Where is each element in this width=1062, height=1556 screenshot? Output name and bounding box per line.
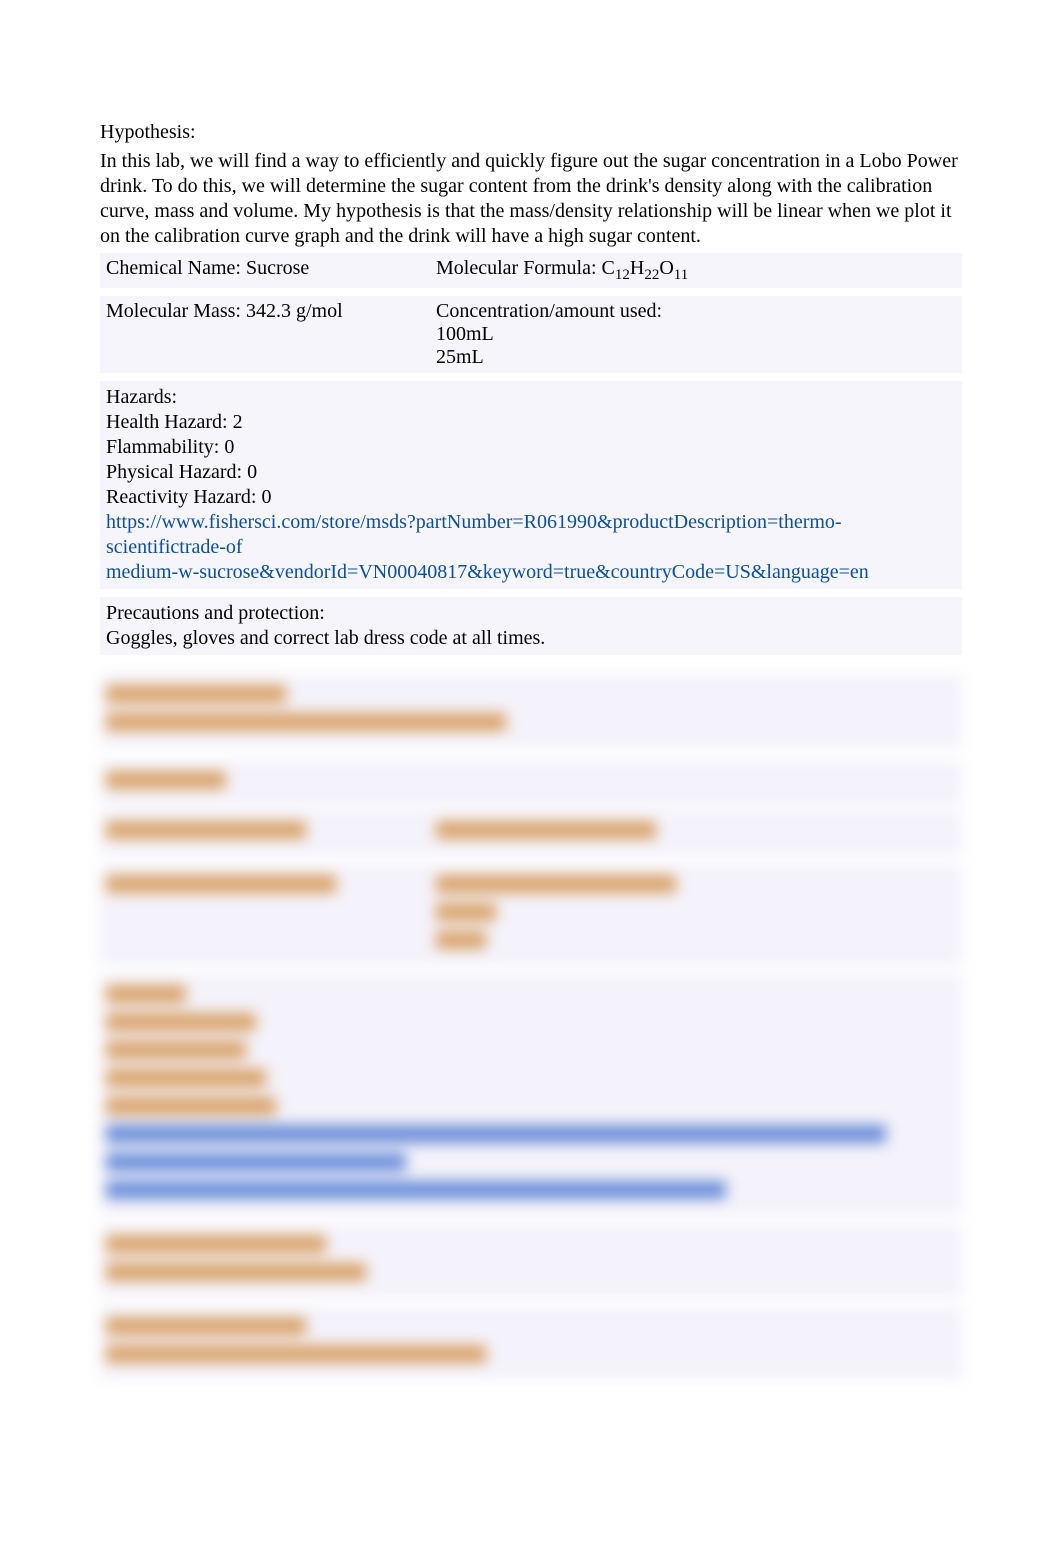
formula-sub: 22 [644, 267, 659, 283]
molecular-mass: Molecular Mass: 342.3 g/mol [106, 300, 416, 323]
redacted-section [100, 675, 962, 1379]
hazard-reactivity: Reactivity Hazard: 0 [106, 485, 956, 510]
hypothesis-heading: Hypothesis: [100, 120, 962, 145]
hazards-block: Hazards: Health Hazard: 2 Flammability: … [100, 381, 962, 589]
concentration-line2: 25mL [436, 346, 956, 369]
formula-part: C [602, 257, 615, 279]
formula-part: H [630, 257, 644, 279]
precautions-body: Goggles, gloves and correct lab dress co… [106, 626, 956, 651]
concentration-line1: 100mL [436, 323, 956, 346]
concentration-label: Concentration/amount used: [436, 300, 956, 323]
molecular-formula: Molecular Formula: C12H22O11 [436, 257, 956, 284]
hazards-heading: Hazards: [106, 385, 956, 410]
precautions-heading: Precautions and protection: [106, 601, 956, 626]
hazard-physical: Physical Hazard: 0 [106, 460, 956, 485]
msds-link-line1[interactable]: https://www.fishersci.com/store/msds?par… [106, 511, 842, 558]
msds-link-line2[interactable]: medium-w-sucrose&vendorId=VN00040817&key… [106, 561, 869, 583]
formula-sub: 12 [615, 267, 630, 283]
chemical-row-name: Chemical Name: Sucrose Molecular Formula… [100, 253, 962, 288]
hazard-health: Health Hazard: 2 [106, 410, 956, 435]
formula-part: O [659, 257, 673, 279]
formula-label: Molecular Formula: [436, 257, 602, 279]
hazard-flammability: Flammability: 0 [106, 435, 956, 460]
chemical-name: Chemical Name: Sucrose [106, 257, 416, 280]
precautions-block: Precautions and protection: Goggles, glo… [100, 597, 962, 655]
chemical-row-mass: Molecular Mass: 342.3 g/mol Concentratio… [100, 296, 962, 373]
concentration-cell: Concentration/amount used: 100mL 25mL [436, 300, 956, 369]
formula-sub: 11 [674, 267, 688, 283]
hypothesis-body: In this lab, we will find a way to effic… [100, 149, 962, 249]
